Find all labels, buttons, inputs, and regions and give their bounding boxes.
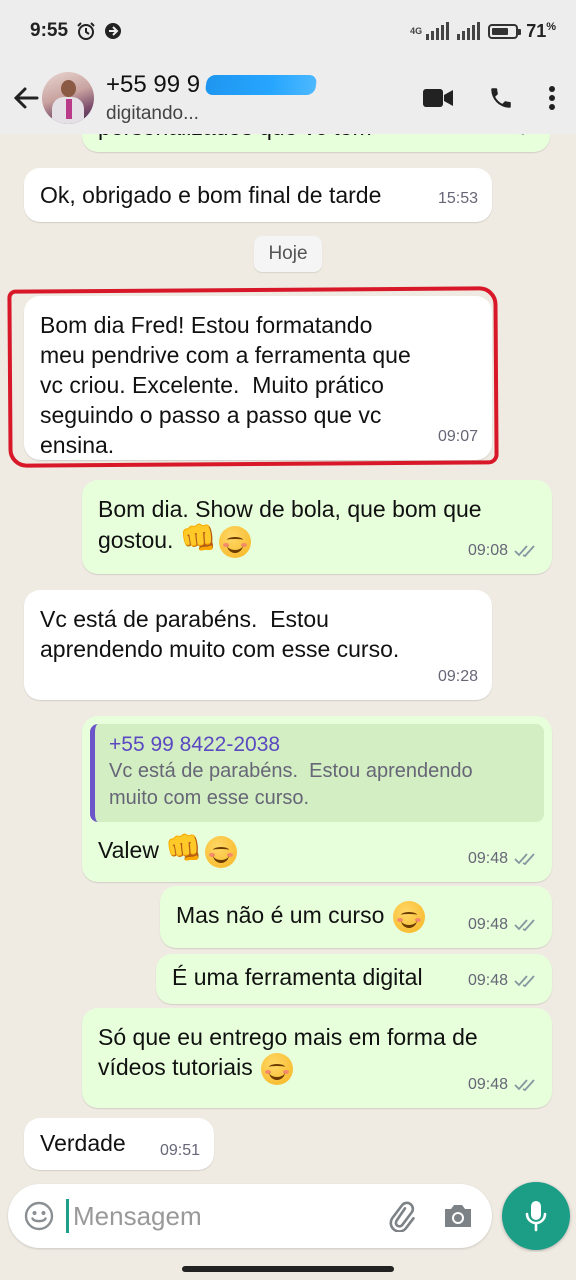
text-cursor — [66, 1199, 69, 1233]
home-gesture-bar[interactable] — [182, 1266, 394, 1272]
network-type: 4G — [410, 25, 423, 36]
data-saver-icon — [105, 23, 122, 39]
mic-button[interactable] — [502, 1182, 570, 1250]
system-nav-bar — [0, 1252, 576, 1280]
message-time: 09:48 — [467, 916, 508, 933]
smile-emoji — [204, 835, 237, 868]
message-outgoing[interactable]: Só que eu entrego mais em forma de vídeo… — [82, 1008, 552, 1108]
quoted-text: Vc está de parabéns. Estou aprendendo mu… — [109, 760, 473, 809]
signal-icon — [426, 22, 450, 40]
smile-emoji — [261, 1052, 294, 1085]
emoji-icon[interactable] — [24, 1201, 54, 1231]
message-outgoing-reply[interactable]: +55 99 8422-2038 Vc está de parabéns. Es… — [82, 716, 552, 882]
read-ticks-icon — [516, 134, 525, 136]
battery-percent: 71% — [526, 20, 556, 41]
back-button[interactable] — [6, 78, 46, 118]
message-time: 09:51 — [159, 1142, 200, 1159]
redaction-mark — [204, 75, 318, 95]
signal-icon-2 — [457, 22, 481, 40]
smile-emoji — [392, 900, 425, 933]
message-time: 15:42 — [466, 134, 506, 144]
more-options-icon[interactable] — [548, 85, 556, 111]
status-time: 9:55 — [30, 20, 69, 41]
back-arrow-icon — [13, 87, 39, 109]
message-outgoing[interactable]: personalizados que vc tem 15:42 — [82, 134, 550, 152]
message-time: 09:48 — [467, 972, 508, 989]
contact-info[interactable]: +55 99 9 digitando... — [106, 71, 318, 125]
read-ticks-icon — [514, 975, 535, 988]
attach-icon[interactable] — [386, 1200, 416, 1232]
read-ticks-icon — [514, 853, 535, 866]
message-text: Vc está de parabéns. Estou aprendendo mu… — [40, 606, 400, 662]
chat-header: +55 99 9 digitando... — [0, 62, 576, 134]
message-time: 15:53 — [437, 190, 478, 207]
message-time: 09:48 — [467, 850, 508, 867]
message-time: 09:28 — [437, 668, 478, 685]
message-outgoing[interactable]: Bom dia. Show de bola, que bom que gosto… — [82, 480, 552, 574]
typing-status: digitando... — [106, 103, 199, 124]
message-time: 09:48 — [467, 1076, 508, 1093]
message-incoming[interactable]: Vc está de parabéns. Estou aprendendo mu… — [24, 590, 492, 700]
quoted-message[interactable]: +55 99 8422-2038 Vc está de parabéns. Es… — [90, 724, 544, 822]
phone-icon[interactable] — [488, 85, 514, 111]
message-time: 09:08 — [467, 542, 508, 559]
battery-icon — [488, 23, 522, 39]
message-list[interactable]: personalizados que vc tem 15:42 Ok, obri… — [0, 134, 576, 1178]
message-outgoing[interactable]: É uma ferramenta digital 09:48 — [156, 954, 552, 1004]
read-ticks-icon — [514, 545, 535, 558]
contact-name: +55 99 9 — [106, 71, 318, 99]
message-input[interactable] — [71, 1199, 365, 1233]
date-chip: Hoje — [254, 236, 322, 272]
camera-icon[interactable] — [442, 1202, 474, 1230]
smile-emoji — [219, 525, 252, 558]
highlight-annotation — [7, 286, 499, 468]
message-incoming[interactable]: Ok, obrigado e bom final de tarde 15:53 — [24, 168, 492, 222]
alarm-icon — [77, 22, 95, 40]
message-composer — [8, 1184, 492, 1248]
message-incoming[interactable]: Verdade 09:51 — [24, 1118, 214, 1170]
read-ticks-icon — [514, 919, 535, 932]
message-outgoing[interactable]: Mas não é um curso 09:48 — [160, 886, 552, 948]
status-bar: 9:55 4G 71% — [0, 0, 576, 62]
message-text: Ok, obrigado e bom final de tarde — [40, 182, 382, 208]
mic-icon — [525, 1201, 547, 1232]
video-call-icon[interactable] — [422, 87, 454, 109]
fist-emoji: 👊 — [165, 832, 203, 865]
quoted-sender: +55 99 8422-2038 — [109, 733, 281, 756]
fist-emoji: 👊 — [179, 522, 218, 555]
read-ticks-icon — [514, 1079, 535, 1092]
avatar[interactable] — [42, 72, 94, 124]
